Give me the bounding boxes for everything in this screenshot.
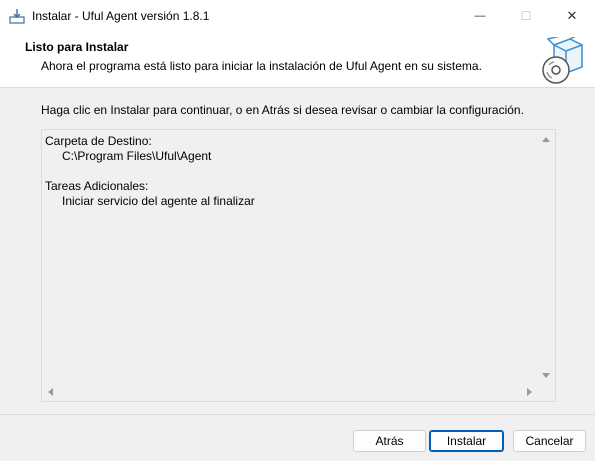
page-subtitle: Ahora el programa está listo para inicia… [41,59,482,73]
memo-task-item: Iniciar servicio del agente al finalizar [62,194,255,208]
footer-divider [0,414,595,415]
close-icon: ✕ [566,8,578,23]
box-with-disc-icon [542,37,583,84]
vertical-scrollbar[interactable] [538,130,555,385]
title-bar: Instalar - Uful Agent versión 1.8.1 — ☐ … [0,0,595,32]
memo-tasks-heading: Tareas Adicionales: [45,179,149,193]
scroll-up-icon[interactable] [542,137,550,142]
memo-destination-heading: Carpeta de Destino: [45,134,152,148]
horizontal-scrollbar[interactable] [42,384,538,401]
page-title: Listo para Instalar [25,40,129,54]
scrollbar-corner [538,384,555,401]
minimize-icon: — [474,10,486,22]
instructions-text: Haga clic en Instalar para continuar, o … [41,103,524,117]
back-button[interactable]: Atrás [353,430,426,452]
maximize-icon: ☐ [520,9,532,23]
scroll-left-icon[interactable] [48,388,53,396]
memo-destination-path: C:\Program Files\Uful\Agent [62,149,212,163]
close-button[interactable]: ✕ [549,0,595,32]
cancel-button[interactable]: Cancelar [513,430,586,452]
minimize-button[interactable]: — [457,0,503,32]
scroll-right-icon[interactable] [527,388,532,396]
installer-icon [9,9,25,24]
maximize-button[interactable]: ☐ [503,0,549,32]
install-button[interactable]: Instalar [429,430,504,452]
window-title: Instalar - Uful Agent versión 1.8.1 [32,9,210,23]
summary-memo[interactable]: Carpeta de Destino: C:\Program Files\Ufu… [41,129,556,402]
scroll-down-icon[interactable] [542,373,550,378]
